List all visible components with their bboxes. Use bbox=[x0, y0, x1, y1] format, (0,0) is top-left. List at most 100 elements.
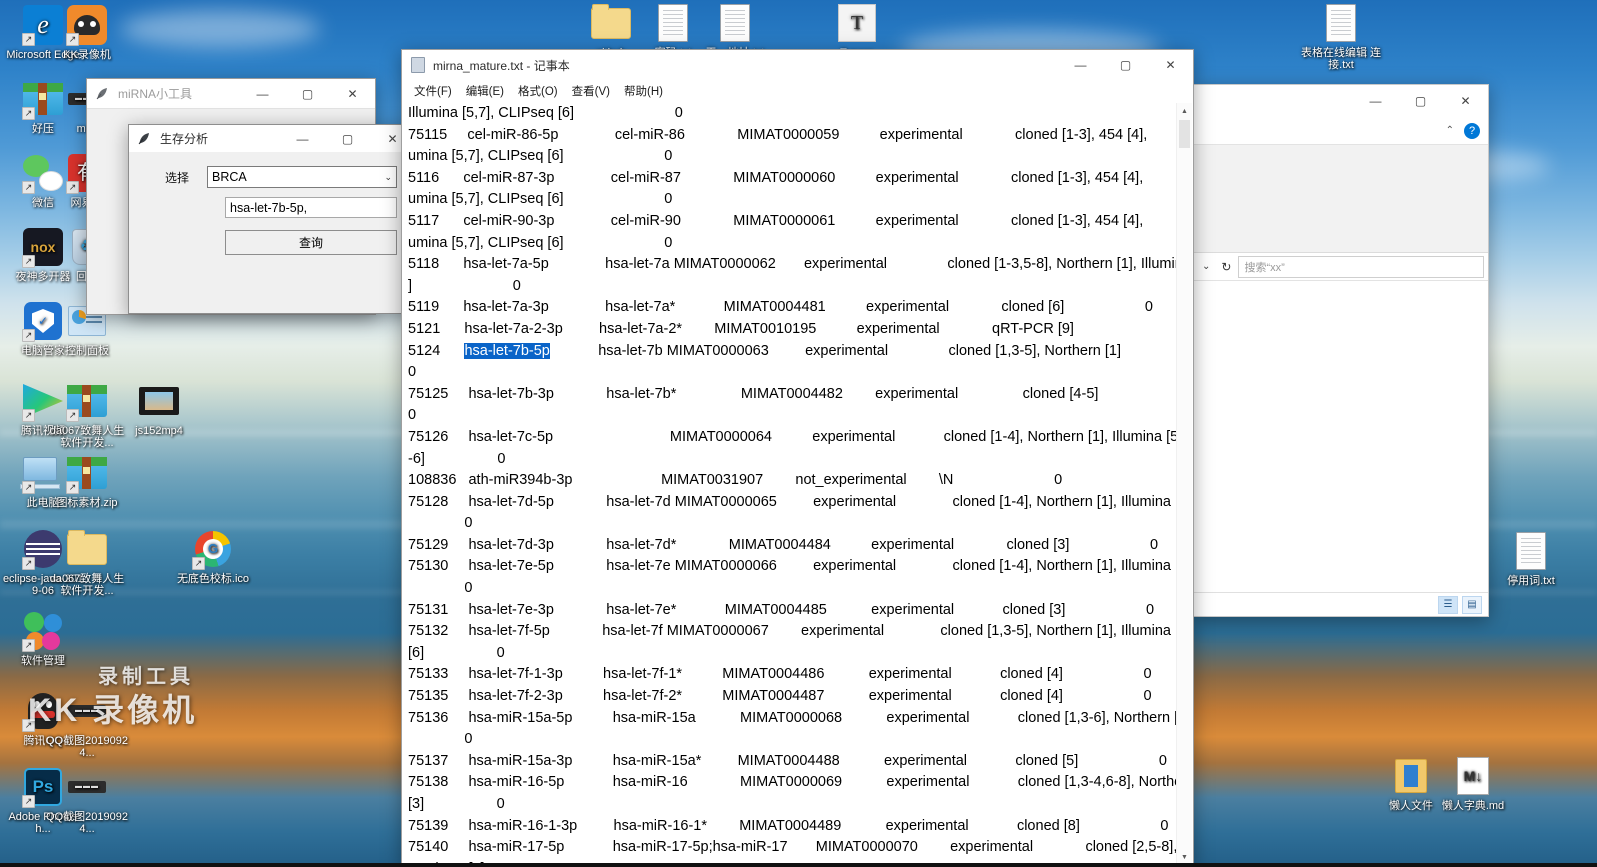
desktop-icon-label: da067致舞人生软件开发... bbox=[49, 425, 125, 449]
da067-folder-icon bbox=[66, 528, 108, 570]
shortcut-arrow-icon: ↗ bbox=[66, 409, 79, 422]
cancer-type-row: 选择 BRCA ⌄ bbox=[147, 166, 397, 188]
notepad-text-line: 5121 hsa-let-7a-2-3p hsa-let-7a-2* MIMAT… bbox=[408, 320, 1074, 337]
notepad-selected-text[interactable]: hsa-let-7b-5p bbox=[464, 342, 550, 359]
notepad-text-line: 75136 hsa-miR-15a-5p hsa-miR-15a MIMAT00… bbox=[408, 709, 1176, 726]
notepad-menu-2[interactable]: 格式(O) bbox=[512, 81, 564, 101]
notepad-menu-4[interactable]: 帮助(H) bbox=[618, 81, 669, 101]
explorer-maximize-button[interactable]: ▢ bbox=[1398, 85, 1443, 117]
notepad-menu-3[interactable]: 查看(V) bbox=[566, 81, 616, 101]
survival-dialog-minimize-button[interactable]: — bbox=[280, 125, 325, 152]
stopwords-txt-icon bbox=[1510, 530, 1552, 572]
notepad-text-line: 108836 ath-miR394b-3p MIMAT0031907 not_e… bbox=[408, 472, 1063, 489]
desktop-icon-course-zip[interactable]: ↗ 图标素材.zip bbox=[46, 452, 128, 509]
explorer-minimize-button[interactable]: — bbox=[1353, 85, 1398, 117]
explorer-titlebar[interactable]: — ▢ ✕ bbox=[1194, 85, 1488, 117]
notepad-text-line: 5119 hsa-let-7a-3p hsa-let-7a* MIMAT0004… bbox=[408, 299, 1153, 316]
notepad-text-line: 75129 hsa-let-7d-3p hsa-let-7d* MIMAT000… bbox=[408, 536, 1159, 553]
shortcut-arrow-icon: ↗ bbox=[66, 33, 79, 46]
shortcut-arrow-icon: ↗ bbox=[66, 181, 79, 194]
query-button[interactable]: 查询 bbox=[225, 230, 397, 255]
desktop-icon-software-manager[interactable]: ↗ 软件管理 bbox=[2, 610, 84, 667]
notepad-titlebar[interactable]: mirna_mature.txt - 记事本 — ▢ ✕ bbox=[402, 50, 1193, 80]
notepad-text-line: 5116 cel-miR-87-3p cel-miR-87 MIMAT00000… bbox=[408, 169, 1144, 186]
notepad-menubar[interactable]: 文件(F) 编辑(E) 格式(O) 查看(V) 帮助(H) bbox=[402, 80, 1193, 102]
explorer-close-button[interactable]: ✕ bbox=[1443, 85, 1488, 117]
scrollbar-thumb[interactable] bbox=[1179, 120, 1190, 148]
mirna-tool-title: miRNA小工具 bbox=[118, 87, 192, 101]
lazy-files-folder-icon bbox=[1390, 755, 1432, 797]
shortcut-arrow-icon: ↗ bbox=[22, 329, 35, 342]
explorer-statusbar: ☰ ▤ bbox=[1194, 592, 1488, 616]
scroll-up-arrow-icon[interactable]: ▲ bbox=[1177, 103, 1192, 119]
mirna-tool-minimize-button[interactable]: — bbox=[240, 79, 285, 108]
notepad-minimize-button[interactable]: — bbox=[1058, 50, 1103, 80]
notepad-text-line: 75135 hsa-let-7f-2-3p hsa-let-7f-2* MIMA… bbox=[408, 688, 1152, 705]
gene-input[interactable]: hsa-let-7b-5p, bbox=[225, 197, 397, 218]
chevron-down-icon[interactable]: ⌄ bbox=[1198, 261, 1214, 272]
desktop-icon-js152-mp4[interactable]: js152mp4 bbox=[118, 380, 200, 437]
help-icon[interactable]: ? bbox=[1464, 122, 1480, 139]
survival-dialog-maximize-button[interactable]: ▢ bbox=[325, 125, 370, 152]
file-explorer-window[interactable]: — ▢ ✕ ⌃ ? ⌄ ↻ 搜索“xx” ☰ ▤ bbox=[1193, 84, 1489, 617]
shortcut-arrow-icon: ↗ bbox=[22, 181, 35, 194]
explorer-address-bar[interactable]: ⌄ ↻ 搜索“xx” bbox=[1194, 253, 1488, 281]
notepad-maximize-button[interactable]: ▢ bbox=[1103, 50, 1148, 80]
explorer-upper-pane bbox=[1194, 145, 1488, 253]
notepad-window-buttons: — ▢ ✕ bbox=[1058, 50, 1193, 80]
da067-zip-icon: ↗ bbox=[66, 380, 108, 422]
desktop-icon-label: KK录像机 bbox=[63, 49, 111, 61]
js152-mp4-icon bbox=[138, 380, 180, 422]
explorer-content-area[interactable] bbox=[1194, 289, 1488, 592]
search-input[interactable]: 搜索“xx” bbox=[1238, 255, 1484, 278]
explorer-window-buttons: — ▢ ✕ bbox=[1353, 85, 1488, 117]
desktop-icon-qq-shot-2[interactable]: ▬▬▬ QQ截图20190924... bbox=[46, 766, 128, 835]
notepad-text-line: [6] 0 bbox=[408, 644, 505, 661]
shortcut-arrow-icon: ↗ bbox=[22, 409, 35, 422]
notepad-close-button[interactable]: ✕ bbox=[1148, 50, 1193, 80]
desktop-icon-stopwords-txt[interactable]: 停用词.txt bbox=[1490, 530, 1572, 587]
cancer-type-select[interactable]: BRCA ⌄ bbox=[207, 166, 397, 188]
notepad-text-area[interactable]: Illumina [5,7], CLIPseq [6] 0 75115 cel-m… bbox=[403, 103, 1176, 865]
explorer-ribbon: ⌃ ? bbox=[1194, 117, 1488, 145]
cancer-type-label: 选择 bbox=[165, 170, 190, 185]
course-zip-icon: ↗ bbox=[66, 452, 108, 494]
desktop-icon-table-online-edit-txt[interactable]: 表格在线编辑 连接.txt bbox=[1300, 2, 1382, 71]
desktop-icon-label: 控制面板 bbox=[65, 345, 109, 357]
notepad-text-line: 75131 hsa-let-7e-3p hsa-let-7e* MIMAT000… bbox=[408, 601, 1155, 618]
tianyi-address-txt-icon bbox=[714, 2, 756, 44]
notepad-text-line: 75133 hsa-let-7f-1-3p hsa-let-7f-1* MIMA… bbox=[408, 666, 1152, 683]
desktop-icon-label: 软件管理 bbox=[21, 655, 65, 667]
survival-dialog-title: 生存分析 bbox=[160, 132, 209, 146]
desktop-icon-label: 表格在线编辑 连接.txt bbox=[1300, 47, 1382, 71]
desktop-icon-kk-recorder[interactable]: ↗ KK录像机 bbox=[46, 4, 128, 61]
notepad-title: mirna_mature.txt - 记事本 bbox=[433, 58, 570, 73]
mirna-tool-close-button[interactable]: ✕ bbox=[330, 79, 375, 108]
desktop-icon-lazy-dict-md[interactable]: M↓ 懒人字典.md bbox=[1432, 755, 1514, 812]
chevron-up-icon[interactable]: ⌃ bbox=[1446, 125, 1454, 136]
notepad-menu-0[interactable]: 文件(F) bbox=[408, 81, 458, 101]
desktop-icon-da067-folder[interactable]: da067致舞人生软件开发... bbox=[46, 528, 128, 597]
lazy-dict-md-icon: M↓ bbox=[1452, 755, 1494, 797]
view-tiles-button[interactable]: ▤ bbox=[1462, 595, 1482, 614]
notepad-vertical-scrollbar[interactable]: ▲ ▼ bbox=[1176, 103, 1192, 865]
survival-dialog-titlebar[interactable]: 生存分析 — ▢ ✕ bbox=[129, 125, 415, 152]
mirna-tool-window-buttons: — ▢ ✕ bbox=[240, 79, 375, 108]
shortcut-arrow-icon: ↗ bbox=[22, 481, 35, 494]
mirna-tool-titlebar[interactable]: miRNA小工具 — ▢ ✕ bbox=[87, 79, 375, 109]
taskbar[interactable] bbox=[0, 863, 1597, 867]
desktop-icon-da067-zip[interactable]: ↗ da067致舞人生软件开发... bbox=[46, 380, 128, 449]
software-manager-icon: ↗ bbox=[22, 610, 64, 652]
desktop-icon-qq-shot-1[interactable]: ▬▬▬ QQ截图20190924... bbox=[46, 690, 128, 759]
view-details-button[interactable]: ☰ bbox=[1438, 595, 1458, 614]
desktop-icon-label: 无底色校标.ico bbox=[176, 573, 250, 585]
survival-analysis-dialog[interactable]: 生存分析 — ▢ ✕ 选择 BRCA ⌄ hsa-let-7b-5p, 查询 bbox=[128, 124, 453, 336]
notepad-menu-1[interactable]: 编辑(E) bbox=[460, 81, 510, 101]
refresh-icon[interactable]: ↻ bbox=[1218, 260, 1234, 274]
notepad-text-line: 0 bbox=[408, 364, 417, 381]
notepad-text-line: 75128 hsa-let-7d-5p hsa-let-7d MIMAT0000… bbox=[408, 493, 1176, 510]
desktop-icon-wuyou-ico[interactable]: G ↗ 无底色校标.ico bbox=[172, 528, 254, 585]
mirna-tool-maximize-button[interactable]: ▢ bbox=[285, 79, 330, 108]
notepad-window[interactable]: mirna_mature.txt - 记事本 — ▢ ✕ 文件(F) 编辑(E) 格… bbox=[401, 49, 1194, 867]
notepad-icon bbox=[411, 57, 425, 73]
